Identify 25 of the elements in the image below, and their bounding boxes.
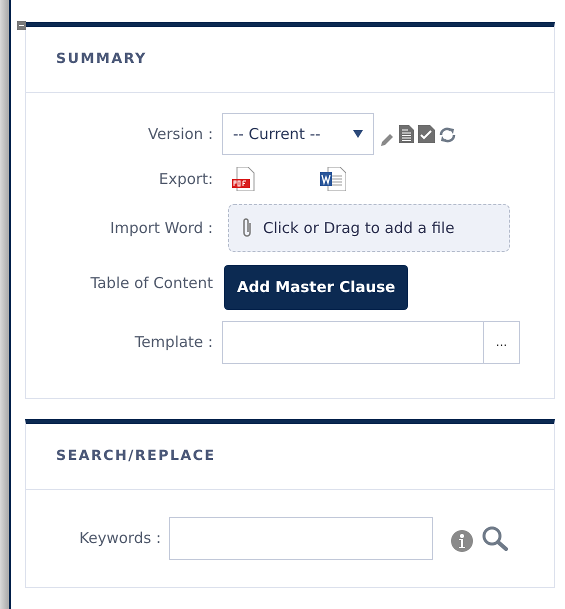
panel-title: SUMMARY xyxy=(56,50,147,69)
info-icon[interactable] xyxy=(451,530,473,552)
field-label: Table of Content xyxy=(90,272,214,294)
field-label: Keywords : xyxy=(78,528,162,550)
file-drop-zone[interactable]: Click or Drag to add a file xyxy=(228,204,510,252)
template-field[interactable]: ... xyxy=(222,320,520,364)
field-label: Version : xyxy=(147,124,214,145)
refresh-icon[interactable] xyxy=(438,126,457,144)
paperclip-icon xyxy=(241,217,253,239)
browse-button[interactable]: ... xyxy=(483,322,519,362)
add-master-clause-button[interactable]: Add Master Clause xyxy=(224,264,408,310)
field-label: Export: xyxy=(158,168,214,190)
pdf-icon[interactable] xyxy=(232,167,256,191)
search-icon[interactable] xyxy=(481,524,509,550)
collapse-icon[interactable] xyxy=(17,21,26,30)
panel-title: SEARCH/REPLACE xyxy=(56,447,216,466)
field-label: Template : xyxy=(134,332,214,353)
document-icon[interactable] xyxy=(399,125,414,143)
field-label: Import Word : xyxy=(109,218,214,239)
pencil-icon[interactable] xyxy=(379,132,395,148)
keywords-field[interactable] xyxy=(169,517,433,560)
version-dropdown[interactable]: -- Current -- xyxy=(222,113,374,155)
caret-icon xyxy=(353,130,363,138)
checked-document-icon[interactable] xyxy=(418,125,435,143)
word-document-icon[interactable] xyxy=(320,167,346,191)
